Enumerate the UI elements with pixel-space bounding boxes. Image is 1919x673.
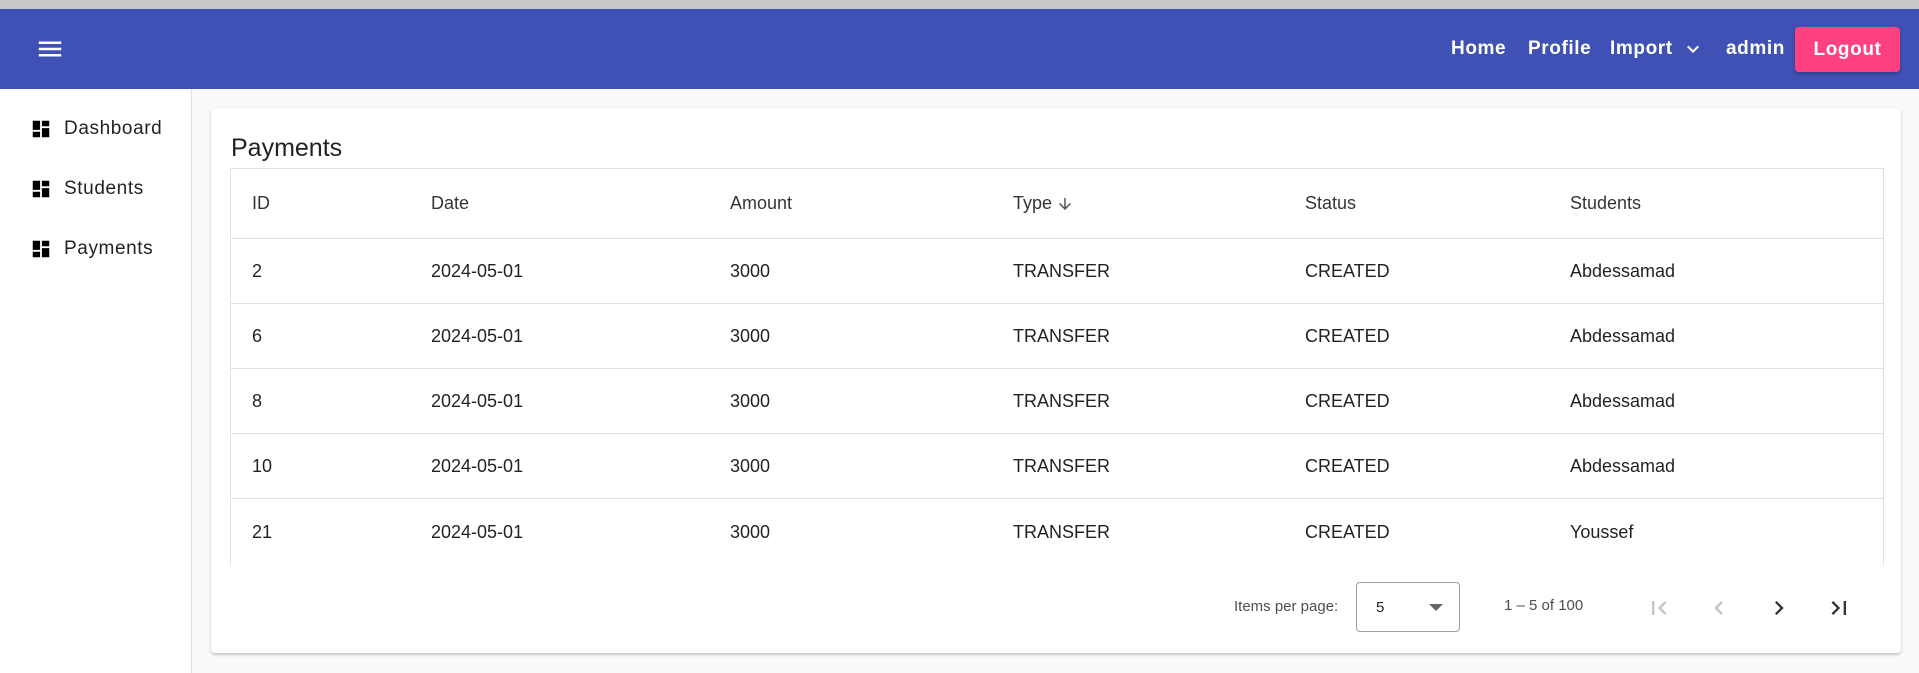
range-label: 1 – 5 of 100 <box>1504 597 1584 614</box>
page-title: Payments <box>231 134 343 162</box>
menu-toggle-button[interactable] <box>30 29 70 69</box>
sidebar: Dashboard Students Payments <box>0 89 192 673</box>
payments-card: Payments ID Date Amount Type Status Stud… <box>211 108 1901 653</box>
payments-table: ID Date Amount Type Status Students 2 20… <box>230 168 1884 565</box>
column-header-date[interactable]: Date <box>431 169 469 238</box>
cell-students: Youssef <box>1570 521 1634 542</box>
cell-type: TRANSFER <box>1013 455 1111 476</box>
cell-id: 2 <box>252 260 263 281</box>
cell-amount: 3000 <box>730 390 771 411</box>
cell-id: 10 <box>252 455 273 476</box>
cell-students: Abdessamad <box>1570 260 1676 281</box>
chevron-right-icon <box>1775 601 1784 615</box>
cell-date: 2024-05-01 <box>431 260 524 281</box>
last-page-icon <box>1831 601 1846 615</box>
dashboard-icon <box>32 240 50 258</box>
table-header-row: ID Date Amount Type Status Students <box>231 169 1883 239</box>
cell-status: CREATED <box>1305 325 1390 346</box>
logout-button[interactable]: Logout <box>1795 27 1900 72</box>
table-row[interactable]: 21 2024-05-01 3000 TRANSFER CREATED Yous… <box>231 499 1883 565</box>
cell-id: 21 <box>252 521 273 542</box>
cell-status: CREATED <box>1305 455 1390 476</box>
first-page-icon <box>1652 601 1667 615</box>
nav-import-menu[interactable]: Import <box>1610 29 1705 69</box>
column-header-type[interactable]: Type <box>1013 169 1074 238</box>
cell-students: Abdessamad <box>1570 390 1676 411</box>
cell-students: Abdessamad <box>1570 325 1676 346</box>
dashboard-icon <box>32 120 50 138</box>
sidebar-item-label: Students <box>64 178 144 199</box>
column-header-id[interactable]: ID <box>252 169 270 238</box>
cell-amount: 3000 <box>730 325 771 346</box>
column-header-students[interactable]: Students <box>1570 169 1641 238</box>
table-row[interactable]: 6 2024-05-01 3000 TRANSFER CREATED Abdes… <box>231 304 1883 369</box>
column-header-status[interactable]: Status <box>1305 169 1356 238</box>
column-header-type-label: Type <box>1013 193 1053 213</box>
cell-amount: 3000 <box>730 455 771 476</box>
cell-status: CREATED <box>1305 390 1390 411</box>
items-per-page-value: 5 <box>1376 599 1385 616</box>
table-row[interactable]: 2 2024-05-01 3000 TRANSFER CREATED Abdes… <box>231 239 1883 304</box>
menu-icon <box>38 41 62 57</box>
cell-date: 2024-05-01 <box>431 455 524 476</box>
sidebar-item-label: Payments <box>64 238 154 259</box>
sidebar-item-students[interactable]: Students <box>30 169 180 209</box>
cell-status: CREATED <box>1305 521 1390 542</box>
sidebar-item-dashboard[interactable]: Dashboard <box>30 109 180 149</box>
table-row[interactable]: 8 2024-05-01 3000 TRANSFER CREATED Abdes… <box>231 369 1883 434</box>
cell-type: TRANSFER <box>1013 521 1111 542</box>
first-page-button[interactable] <box>1639 588 1679 628</box>
dashboard-icon <box>32 180 50 198</box>
cell-amount: 3000 <box>730 521 771 542</box>
cell-type: TRANSFER <box>1013 260 1111 281</box>
nav-profile-link[interactable]: Profile <box>1528 29 1591 69</box>
arrow-down-icon <box>1059 197 1072 210</box>
sidebar-item-payments[interactable]: Payments <box>30 229 180 269</box>
cell-date: 2024-05-01 <box>431 325 524 346</box>
column-header-amount[interactable]: Amount <box>730 169 792 238</box>
cell-students: Abdessamad <box>1570 455 1676 476</box>
items-per-page-select[interactable]: 5 <box>1356 582 1460 632</box>
nav-home-link[interactable]: Home <box>1451 29 1506 69</box>
dropdown-arrow-icon <box>1429 604 1443 611</box>
next-page-button[interactable] <box>1759 588 1799 628</box>
chevron-down-icon <box>1686 45 1699 53</box>
top-toolbar: Home Profile Import admin Logout <box>0 9 1919 89</box>
browser-top-strip <box>0 0 1919 9</box>
cell-date: 2024-05-01 <box>431 390 524 411</box>
cell-type: TRANSFER <box>1013 325 1111 346</box>
cell-id: 6 <box>252 325 263 346</box>
previous-page-button[interactable] <box>1699 588 1739 628</box>
cell-status: CREATED <box>1305 260 1390 281</box>
cell-amount: 3000 <box>730 260 771 281</box>
nav-import-label: Import <box>1610 38 1673 59</box>
chevron-left-icon <box>1714 601 1723 615</box>
cell-id: 8 <box>252 390 263 411</box>
paginator: Items per page: 5 1 – 5 of 100 <box>211 564 1901 653</box>
table-row[interactable]: 10 2024-05-01 3000 TRANSFER CREATED Abde… <box>231 434 1883 499</box>
current-user-label: admin <box>1726 38 1785 59</box>
sidebar-item-label: Dashboard <box>64 118 163 139</box>
items-per-page-label: Items per page: <box>1234 598 1339 615</box>
last-page-button[interactable] <box>1819 588 1859 628</box>
cell-date: 2024-05-01 <box>431 521 524 542</box>
cell-type: TRANSFER <box>1013 390 1111 411</box>
